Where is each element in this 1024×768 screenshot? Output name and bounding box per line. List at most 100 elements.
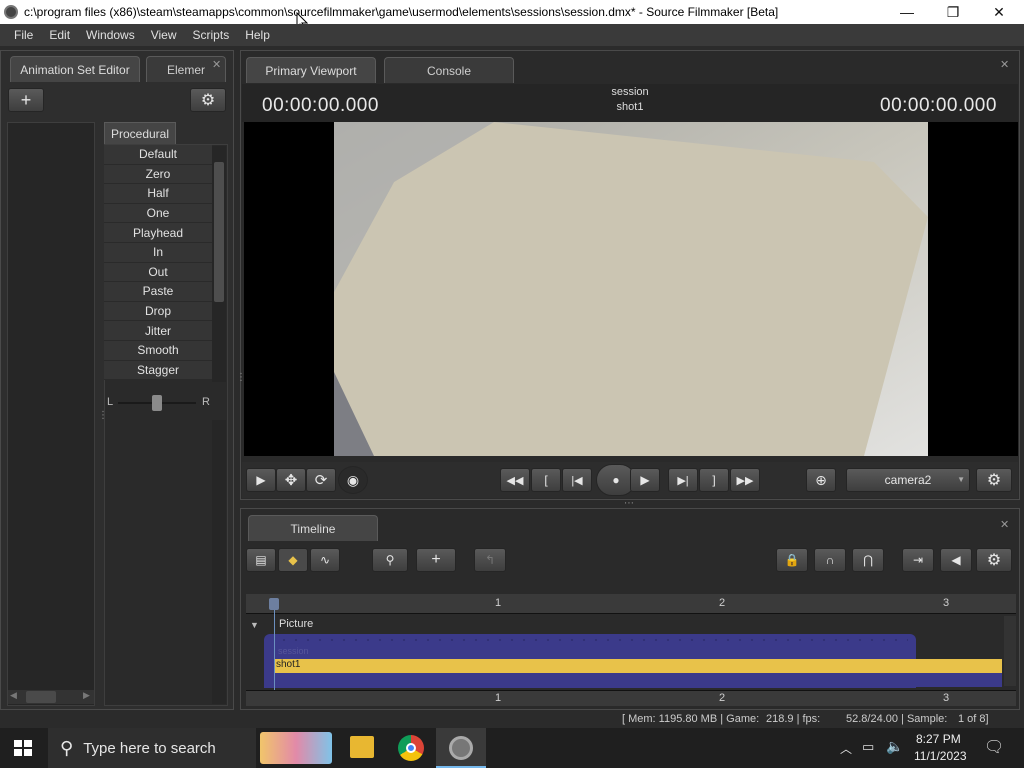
play-icon: ▶ xyxy=(640,473,650,487)
network-icon[interactable]: ▭ xyxy=(862,739,874,755)
tray-time[interactable]: 8:27 PM xyxy=(916,732,961,746)
lower-left-scrollbar[interactable] xyxy=(212,420,226,704)
playhead-line[interactable] xyxy=(274,600,275,696)
minimize-button[interactable]: — xyxy=(884,0,930,24)
left-panel-close-icon[interactable]: ✕ xyxy=(212,58,221,71)
ruler-bottom-num-1: 1 xyxy=(495,692,502,704)
camera-target-button[interactable]: ⊕ xyxy=(806,468,836,492)
tray-date[interactable]: 11/1/2023 xyxy=(914,749,967,763)
file-explorer-icon[interactable] xyxy=(350,736,374,758)
proc-default[interactable]: Default xyxy=(104,145,212,165)
go-to-end-button[interactable]: ▶| xyxy=(668,468,698,492)
menu-file[interactable]: File xyxy=(0,28,41,42)
viewport-render[interactable] xyxy=(334,122,928,456)
pin-icon: ⚲ xyxy=(385,553,395,567)
status-mem: [ Mem: 1195.80 MB | Game: xyxy=(622,713,760,725)
pivot-tool-button[interactable]: ◉ xyxy=(338,466,368,494)
graph-editor-button[interactable]: ∿ xyxy=(310,548,340,572)
left-list-hscrollbar[interactable]: ◀ ▶ xyxy=(8,690,94,704)
mark-out-button[interactable]: ] xyxy=(699,468,729,492)
tab-primary-viewport[interactable]: Primary Viewport xyxy=(246,57,376,83)
menu-windows[interactable]: Windows xyxy=(78,28,143,42)
rewind-button[interactable]: ◀◀ xyxy=(500,468,530,492)
play-button[interactable]: ▶ xyxy=(630,468,660,492)
lock-button[interactable]: 🔒 xyxy=(776,548,808,572)
move-tool-button[interactable]: ✥ xyxy=(276,468,306,492)
timeline-ruler-bottom[interactable] xyxy=(246,690,1016,706)
proc-drop[interactable]: Drop xyxy=(104,301,212,322)
tray-expand-icon[interactable]: ︿ xyxy=(840,740,852,757)
search-icon: ⚲ xyxy=(60,737,74,758)
close-button[interactable]: ✕ xyxy=(976,0,1022,24)
track-collapse-icon[interactable]: ▼ xyxy=(250,620,259,630)
ruler-num-3: 3 xyxy=(943,597,950,609)
scroll-right-icon[interactable]: ▶ xyxy=(83,690,90,701)
proc-in[interactable]: In xyxy=(104,242,212,263)
timeline-vscrollbar[interactable] xyxy=(1004,616,1016,686)
splitter-vertical-handle[interactable]: ⋮ xyxy=(236,372,246,383)
mute-button[interactable]: ◀ xyxy=(940,548,972,572)
mark-in-button[interactable]: [ xyxy=(531,468,561,492)
playhead-handle-top[interactable] xyxy=(269,598,279,610)
procedural-scroll-thumb[interactable] xyxy=(214,162,224,302)
proc-zero[interactable]: Zero xyxy=(104,164,212,185)
proc-smooth[interactable]: Smooth xyxy=(104,340,212,361)
left-settings-gear-icon[interactable]: ⚙ xyxy=(190,88,226,112)
shot-clip-label: shot1 xyxy=(276,659,301,670)
add-clip-button[interactable]: + xyxy=(416,548,456,572)
camera-name: camera2 xyxy=(884,473,932,487)
windows-start-icon[interactable] xyxy=(14,740,32,756)
menu-scripts[interactable]: Scripts xyxy=(185,28,238,42)
proc-one[interactable]: One xyxy=(104,203,212,224)
notifications-icon[interactable]: 🗨 xyxy=(984,737,1004,757)
menu-edit[interactable]: Edit xyxy=(41,28,78,42)
shot-clip[interactable]: shot1 xyxy=(274,659,1002,673)
go-to-start-button[interactable]: |◀ xyxy=(562,468,592,492)
splitter-left-handle[interactable]: ⋮ xyxy=(98,410,108,421)
scroll-to-playhead-button[interactable]: ⇥ xyxy=(902,548,934,572)
proc-jitter[interactable]: Jitter xyxy=(104,321,212,341)
animation-set-list[interactable] xyxy=(7,122,95,706)
timeline-close-icon[interactable]: ✕ xyxy=(1000,518,1009,531)
motion-editor-button[interactable]: ◆ xyxy=(278,548,308,572)
hscroll-thumb[interactable] xyxy=(26,691,56,703)
clip-editor-button[interactable]: ▤ xyxy=(246,548,276,572)
maximize-button[interactable]: ❐ xyxy=(930,0,976,24)
tab-procedural[interactable]: Procedural xyxy=(104,122,176,144)
session-clip-label: session xyxy=(278,646,309,656)
skip-end-icon: ▶| xyxy=(677,474,689,487)
tab-animation-set-editor[interactable]: Animation Set Editor xyxy=(10,56,140,82)
viewport-close-icon[interactable]: ✕ xyxy=(1000,58,1009,71)
proc-out[interactable]: Out xyxy=(104,262,212,283)
menu-view[interactable]: View xyxy=(143,28,185,42)
window-title: c:\program files (x86)\steam\steamapps\c… xyxy=(24,5,779,19)
chrome-icon[interactable] xyxy=(398,735,424,761)
search-highlight-image[interactable] xyxy=(260,732,332,764)
sfm-taskbar-button[interactable] xyxy=(436,728,486,768)
snap-frame-button[interactable]: ⋂ xyxy=(852,548,884,572)
camera-select-dropdown[interactable]: camera2 ▼ xyxy=(846,468,970,492)
snap-button[interactable]: ∩ xyxy=(814,548,846,572)
viewport-settings-gear-icon[interactable]: ⚙ xyxy=(976,468,1012,492)
select-tool-button[interactable]: ▶ xyxy=(246,468,276,492)
balance-slider-handle[interactable] xyxy=(152,395,162,411)
tab-console[interactable]: Console xyxy=(384,57,514,83)
scroll-left-icon[interactable]: ◀ xyxy=(10,690,17,701)
volume-muted-icon[interactable]: 🔈 xyxy=(886,738,903,755)
tab-timeline[interactable]: Timeline xyxy=(248,515,378,541)
procedural-scrollbar[interactable] xyxy=(212,146,226,382)
up-level-button[interactable]: ↰ xyxy=(474,548,506,572)
proc-half[interactable]: Half xyxy=(104,184,212,204)
taskbar-search-box[interactable]: ⚲ Type here to search xyxy=(48,728,256,768)
timeline-ruler-top[interactable] xyxy=(246,594,1016,614)
proc-stagger[interactable]: Stagger xyxy=(104,360,212,381)
proc-paste[interactable]: Paste xyxy=(104,282,212,302)
timeline-settings-gear-icon[interactable]: ⚙ xyxy=(976,548,1012,572)
proc-playhead[interactable]: Playhead xyxy=(104,223,212,243)
menu-help[interactable]: Help xyxy=(237,28,278,42)
record-dot-icon: ● xyxy=(612,473,620,487)
add-tool-dropdown-button[interactable]: ⚲ xyxy=(372,548,408,572)
add-animation-set-button[interactable]: + xyxy=(8,88,44,112)
rotate-tool-button[interactable]: ⟳ xyxy=(306,468,336,492)
fast-forward-button[interactable]: ▶▶ xyxy=(730,468,760,492)
